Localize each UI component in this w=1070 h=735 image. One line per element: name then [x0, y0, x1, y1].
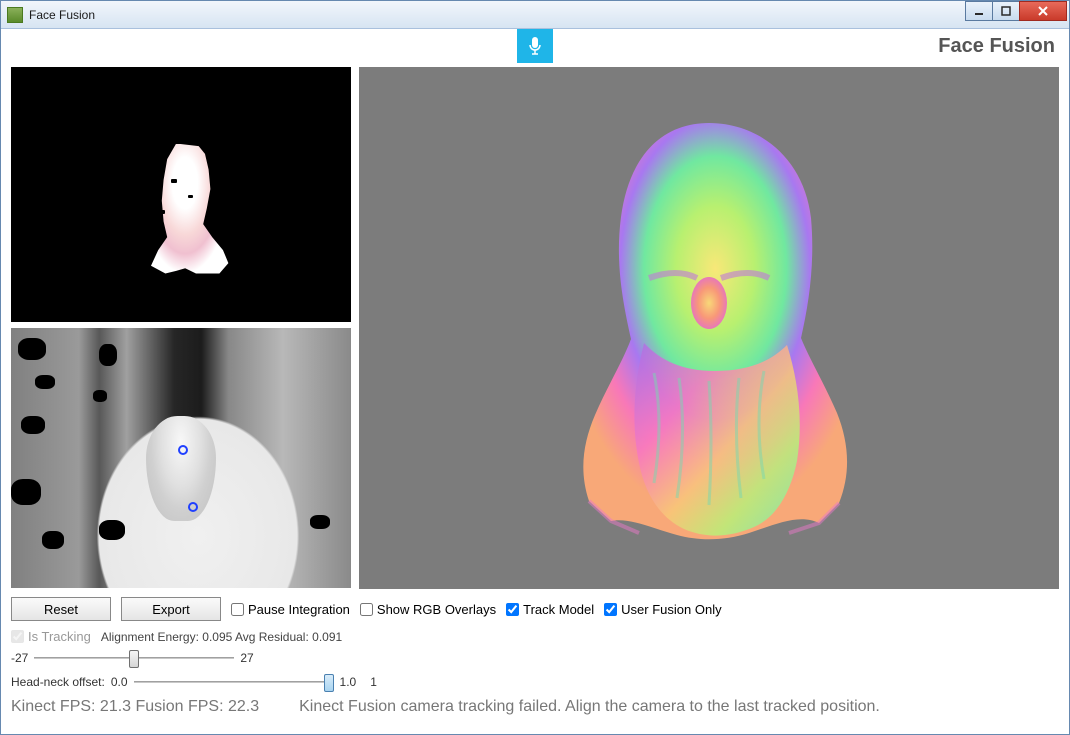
show-rgb-overlays-checkbox[interactable]: Show RGB Overlays — [360, 602, 496, 617]
microphone-button[interactable] — [517, 29, 553, 63]
status-bar: Kinect FPS: 21.3 Fusion FPS: 22.3 Kinect… — [11, 698, 1059, 716]
left-panels — [11, 67, 351, 589]
tracking-marker-neck — [188, 502, 198, 512]
alignment-energy: Alignment Energy: 0.095 Avg Residual: 0.… — [101, 630, 342, 644]
window-controls — [966, 1, 1067, 21]
app-body: Face Fusion — [1, 29, 1069, 722]
tracking-message: Kinect Fusion camera tracking failed. Al… — [299, 698, 880, 716]
pause-integration-checkbox[interactable]: Pause Integration — [231, 602, 350, 617]
titlebar[interactable]: Face Fusion — [1, 1, 1069, 29]
rendered-head-model — [549, 103, 869, 553]
header-bar: Face Fusion — [11, 35, 1059, 63]
rotation-slider-row: -27 27 — [11, 648, 1059, 668]
head-neck-offset-slider[interactable] — [134, 672, 334, 692]
color-head-blob — [140, 144, 230, 274]
microphone-icon — [528, 36, 542, 56]
viewport-area — [11, 67, 1059, 589]
app-icon — [7, 7, 23, 23]
tracking-marker-eye — [178, 445, 188, 455]
rotation-slider[interactable] — [34, 648, 234, 668]
depth-head — [146, 416, 216, 521]
head-neck-right-value: 1.0 — [340, 675, 357, 689]
track-model-checkbox[interactable]: Track Model — [506, 602, 594, 617]
app-window: Face Fusion Face Fusion — [0, 0, 1070, 735]
depth-viewport — [11, 328, 351, 588]
fusion-render-viewport[interactable] — [359, 67, 1059, 589]
head-neck-max: 1 — [370, 675, 377, 689]
user-fusion-only-checkbox[interactable]: User Fusion Only — [604, 602, 721, 617]
head-neck-offset-label: Head-neck offset: — [11, 675, 105, 689]
head-neck-offset-row: Head-neck offset: 0.0 1.0 1 — [11, 672, 1059, 692]
fps-status: Kinect FPS: 21.3 Fusion FPS: 22.3 — [11, 698, 259, 716]
slider1-max: 27 — [240, 651, 253, 665]
color-viewport — [11, 67, 351, 322]
close-button[interactable] — [1019, 1, 1067, 21]
reset-button[interactable]: Reset — [11, 597, 111, 621]
head-neck-offset-value: 0.0 — [111, 675, 128, 689]
maximize-button[interactable] — [992, 1, 1020, 21]
app-title: Face Fusion — [938, 35, 1055, 58]
controls-row: Reset Export Pause Integration Show RGB … — [11, 597, 1059, 621]
status-row: Is Tracking Alignment Energy: 0.095 Avg … — [11, 629, 1059, 644]
export-button[interactable]: Export — [121, 597, 221, 621]
window-title: Face Fusion — [29, 8, 1069, 22]
minimize-button[interactable] — [965, 1, 993, 21]
is-tracking-checkbox: Is Tracking — [11, 629, 91, 644]
slider1-min: -27 — [11, 651, 28, 665]
